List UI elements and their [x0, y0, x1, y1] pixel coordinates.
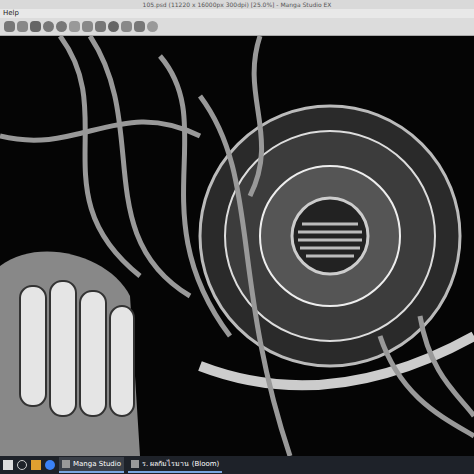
app-window: 105.psd (11220 x 16000px 300dpi) [25.0%]…	[0, 0, 474, 474]
zoom-icon[interactable]	[108, 21, 119, 32]
open-icon[interactable]	[17, 21, 28, 32]
ruler-icon[interactable]	[134, 21, 145, 32]
window-title: 105.psd (11220 x 16000px 300dpi) [25.0%]…	[143, 0, 332, 9]
app-icon	[131, 460, 139, 468]
redo-icon[interactable]	[56, 21, 67, 32]
taskbar-button[interactable]: Manga Studio	[59, 457, 124, 473]
taskbar-items: Manga Studio ร. ผลกัมไรมาน (Bloom)	[59, 457, 222, 473]
title-bar: 105.psd (11220 x 16000px 300dpi) [25.0%]…	[0, 0, 474, 9]
undo-icon[interactable]	[43, 21, 54, 32]
canvas[interactable]	[0, 36, 474, 456]
grid-icon[interactable]	[121, 21, 132, 32]
artwork-icon	[0, 36, 474, 456]
taskbar: Manga Studio ร. ผลกัมไรมาน (Bloom)	[0, 456, 474, 474]
start-icon[interactable]	[3, 460, 13, 470]
menu-item[interactable]: Help	[3, 9, 19, 18]
search-icon[interactable]	[17, 460, 27, 470]
taskbar-label: ร. ผลกัมไรมาน (Bloom)	[142, 459, 219, 469]
help-icon[interactable]	[147, 21, 158, 32]
app-icon	[62, 460, 70, 468]
toolbar	[0, 18, 474, 36]
save-icon[interactable]	[30, 21, 41, 32]
taskbar-label: Manga Studio	[73, 459, 121, 469]
menu-bar: Help	[0, 9, 474, 18]
folder-icon[interactable]	[31, 460, 41, 470]
paste-icon[interactable]	[95, 21, 106, 32]
taskbar-button[interactable]: ร. ผลกัมไรมาน (Bloom)	[128, 457, 222, 473]
copy-icon[interactable]	[82, 21, 93, 32]
browser-icon[interactable]	[45, 460, 55, 470]
new-icon[interactable]	[4, 21, 15, 32]
cut-icon[interactable]	[69, 21, 80, 32]
